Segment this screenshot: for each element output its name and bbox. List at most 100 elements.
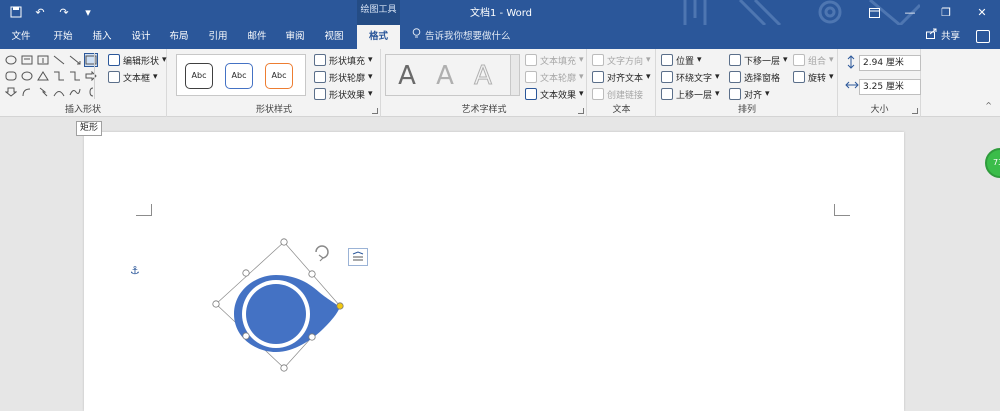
share-label: 共享 [941, 31, 961, 42]
text-box-button[interactable]: 文本框 ▾ [108, 69, 158, 85]
shape-style-dark[interactable]: Abc [185, 63, 213, 89]
restore-icon[interactable]: ❐ [928, 0, 964, 25]
shape-style-blue[interactable]: Abc [225, 63, 253, 89]
shape-height-input[interactable]: 2.94 厘米 [859, 55, 921, 71]
lightning-shape-icon[interactable] [36, 85, 50, 99]
resize-handle-top-right[interactable] [308, 270, 316, 278]
bring-forward-button[interactable]: 上移一层 ▾ [661, 86, 720, 102]
adjustment-handle[interactable] [336, 302, 344, 310]
chevron-down-icon: ▾ [715, 89, 720, 99]
rotate-button[interactable]: 旋转 ▾ [793, 69, 834, 85]
wrap-text-button[interactable]: 环绕文字 ▾ [661, 69, 720, 85]
resize-handle-left[interactable] [212, 300, 220, 308]
send-backward-button[interactable]: 下移一层 ▾ [729, 52, 788, 68]
resize-handle-bottom[interactable] [280, 364, 288, 372]
curve-shape-icon[interactable] [68, 85, 82, 99]
chevron-down-icon: ▾ [162, 55, 167, 65]
shape-fill-button[interactable]: 形状填充 ▾ [314, 52, 373, 68]
redo-icon[interactable]: ↷ [56, 4, 72, 20]
oval-shape-icon[interactable] [4, 53, 18, 67]
collapse-ribbon-icon[interactable]: ^ [985, 101, 992, 110]
ellipse-shape-icon[interactable] [20, 69, 34, 83]
wordart-gallery-scroll[interactable] [510, 55, 519, 95]
tab-review[interactable]: 审阅 [280, 25, 310, 49]
lightbulb-icon [412, 25, 421, 49]
tab-file[interactable]: 文件 [6, 25, 36, 49]
line-shape-icon[interactable] [52, 53, 66, 67]
text-effects-button[interactable]: 文本效果 ▾ [525, 86, 584, 102]
minimize-icon[interactable]: — [892, 0, 928, 25]
text-fill-button[interactable]: 文本填充 ▾ [525, 52, 584, 68]
undo-icon[interactable]: ↶ [32, 4, 48, 20]
resize-handle-bottom-left[interactable] [242, 332, 250, 340]
selection-pane-button[interactable]: 选择窗格 [729, 69, 780, 85]
group-button[interactable]: 组合 ▾ [793, 52, 834, 68]
group-label-arrange: 排列 [737, 105, 756, 115]
shape-outline-button[interactable]: 形状轮廓 ▾ [314, 69, 373, 85]
shapes-gallery-scroll[interactable] [94, 53, 102, 99]
rotation-handle-icon[interactable] [315, 245, 329, 262]
text-direction-button[interactable]: 文字方向 ▾ [592, 52, 651, 68]
chevron-down-icon: ▾ [153, 72, 158, 82]
ribbon-display-options-icon[interactable] [856, 0, 892, 25]
group-shape-styles: Abc Abc Abc 形状填充 ▾ 形状轮廓 ▾ 形状效果 ▾ 形状样式 [168, 49, 381, 117]
text-outline-button[interactable]: 文本轮廓 ▾ [525, 69, 584, 85]
position-button[interactable]: 位置 ▾ [661, 52, 702, 68]
align-button[interactable]: 对齐 ▾ [729, 86, 770, 102]
vertical-text-box-icon[interactable] [36, 53, 50, 67]
layout-options-icon[interactable] [348, 248, 368, 266]
curved-arrow-shape-icon[interactable] [20, 85, 34, 99]
rotate-icon [793, 71, 805, 83]
edit-shape-button[interactable]: 编辑形状 ▾ [108, 52, 167, 68]
share-button[interactable]: 共享 [926, 25, 960, 49]
tab-format[interactable]: 格式 [357, 25, 400, 49]
tab-mailings[interactable]: 邮件 [242, 25, 272, 49]
send-backward-icon [729, 54, 741, 66]
rounded-rectangle-shape-icon[interactable] [4, 69, 18, 83]
tab-home[interactable]: 开始 [48, 25, 78, 49]
tell-me-search[interactable]: 告诉我你想要做什么 [412, 25, 511, 49]
tab-references[interactable]: 引用 [203, 25, 233, 49]
wordart-style-outline[interactable]: A [468, 60, 498, 92]
document-page[interactable]: ⚓ [84, 132, 904, 411]
arc-shape-icon[interactable] [52, 85, 66, 99]
inner-circle[interactable] [246, 284, 306, 344]
elbow-connector-icon[interactable] [52, 69, 66, 83]
top-left-margin-mark [136, 204, 152, 216]
resize-handle-top-left[interactable] [242, 269, 250, 277]
group-text: 文字方向 ▾ 对齐文本 ▾ 创建链接 文本 [588, 49, 656, 117]
ribbon: 编辑形状 ▾ 文本框 ▾ 插入形状 Abc Abc Abc 形状填充 ▾ 形状轮… [0, 49, 1000, 117]
chevron-down-icon: ▾ [579, 55, 584, 65]
wordart-styles-launcher-icon[interactable] [578, 108, 584, 114]
triangle-shape-icon[interactable] [36, 69, 50, 83]
wordart-style-light[interactable]: A [430, 60, 460, 92]
shape-width-input[interactable]: 3.25 厘米 [859, 79, 921, 95]
shape-style-orange[interactable]: Abc [265, 63, 293, 89]
comment-icon[interactable] [976, 30, 990, 43]
customize-qat-icon[interactable]: ▾ [80, 4, 96, 20]
anchor-icon[interactable]: ⚓ [130, 264, 140, 277]
down-arrow-shape-icon[interactable] [4, 85, 18, 99]
text-box-shape-icon[interactable] [20, 53, 34, 67]
create-link-button[interactable]: 创建链接 [592, 86, 643, 102]
resize-handle-bottom-right[interactable] [308, 333, 316, 341]
align-text-button[interactable]: 对齐文本 ▾ [592, 69, 651, 85]
save-icon[interactable] [8, 4, 24, 20]
arrow-line-shape-icon[interactable] [68, 53, 82, 67]
text-direction-icon [592, 54, 604, 66]
elbow-arrow-icon[interactable] [68, 69, 82, 83]
tab-insert[interactable]: 插入 [87, 25, 117, 49]
shape-effects-button[interactable]: 形状效果 ▾ [314, 86, 373, 102]
group-wordart-styles: A A A 文本填充 ▾ 文本轮廓 ▾ 文本效果 ▾ 艺术字样式 [382, 49, 587, 117]
size-launcher-icon[interactable] [912, 108, 918, 114]
close-icon[interactable]: ✕ [964, 0, 1000, 25]
shape-styles-launcher-icon[interactable] [372, 108, 378, 114]
tab-view[interactable]: 视图 [319, 25, 349, 49]
wordart-style-gray[interactable]: A [392, 60, 422, 92]
tab-layout[interactable]: 布局 [164, 25, 194, 49]
tab-design[interactable]: 设计 [126, 25, 156, 49]
group-size: 2.94 厘米 3.25 厘米 大小 [839, 49, 921, 117]
top-right-margin-mark [834, 204, 850, 216]
resize-handle-top[interactable] [280, 238, 288, 246]
selected-shape[interactable] [204, 232, 369, 377]
